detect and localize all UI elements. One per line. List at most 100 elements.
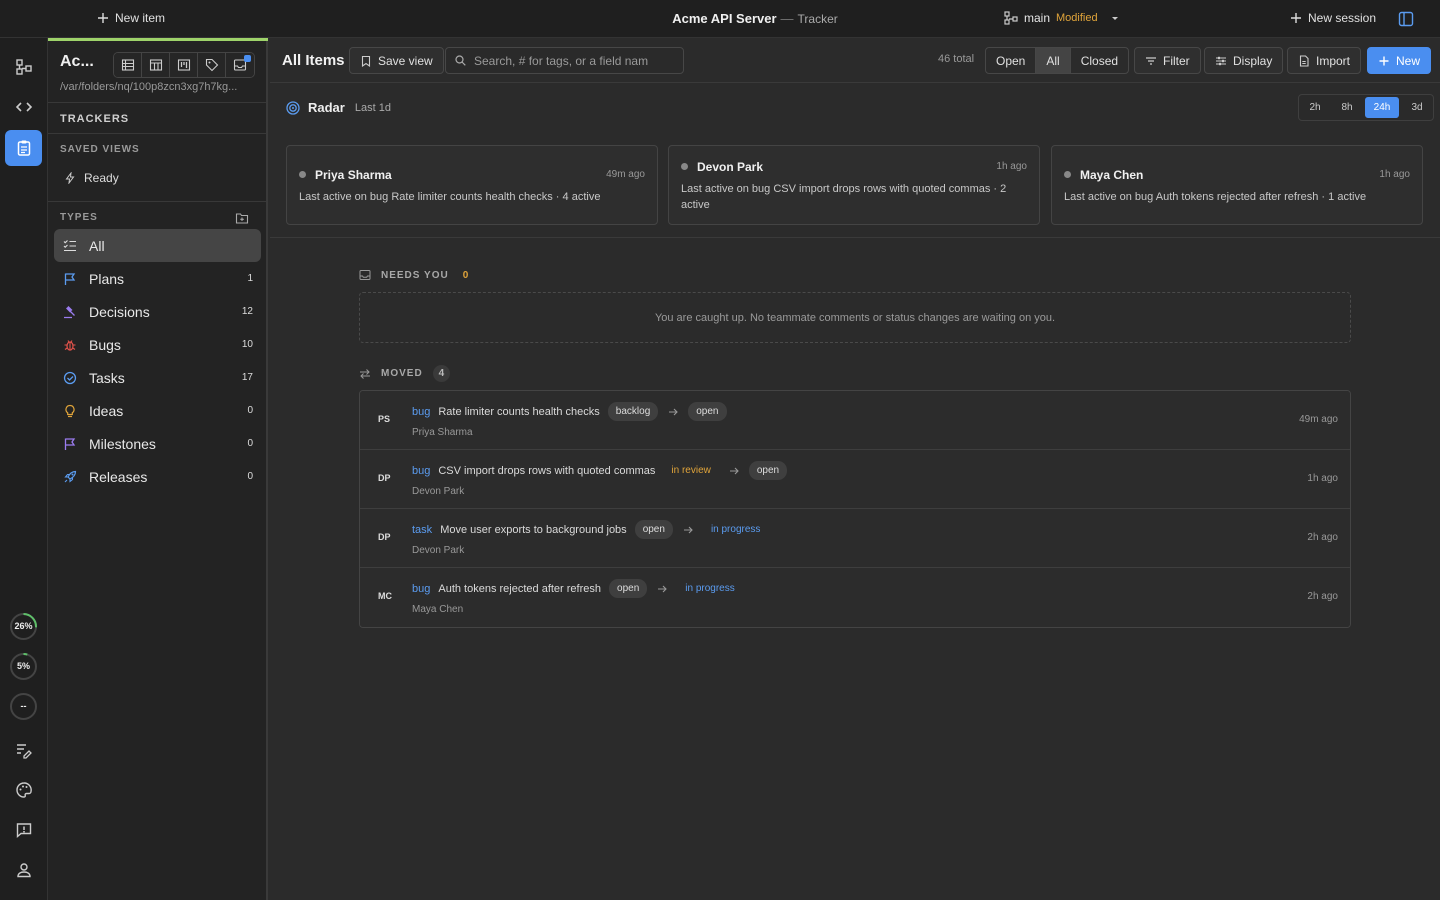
table-row[interactable]: DP task Move user exports to background …: [360, 509, 1350, 568]
range-24h[interactable]: 24h: [1365, 97, 1399, 118]
app-title: Acme API Server: [672, 11, 777, 26]
row-time: 49m ago: [1299, 414, 1338, 425]
sidebar-item-count: 12: [241, 306, 253, 317]
range-3d[interactable]: 3d: [1403, 97, 1431, 118]
sidebar-item-count: 0: [247, 405, 253, 416]
table-row[interactable]: PS bug Rate limiter counts health checks…: [360, 391, 1350, 450]
search-input[interactable]: [474, 53, 674, 68]
card-time: 1h ago: [1379, 169, 1410, 180]
sidebar-item-label: Bugs: [89, 336, 121, 353]
activity-card[interactable]: Devon Park 1h ago Last active on bug CSV…: [668, 145, 1040, 225]
row-person: Devon Park: [412, 486, 465, 497]
import-button[interactable]: Import: [1287, 47, 1362, 74]
import-label: Import: [1316, 53, 1351, 68]
checklist-icon: [63, 239, 77, 253]
filter-open[interactable]: Open: [986, 48, 1037, 73]
table-row[interactable]: DP bug CSV import drops rows with quoted…: [360, 450, 1350, 509]
radar-range: Last 1d: [354, 101, 391, 114]
range-2h[interactable]: 2h: [1301, 97, 1329, 118]
item-title: Auth tokens rejected after refresh: [438, 582, 602, 595]
filter-label: Filter: [1163, 53, 1190, 68]
item-type: bug: [412, 464, 431, 477]
rail-graph-button[interactable]: [5, 49, 42, 85]
sidebar-item-all[interactable]: All: [54, 229, 261, 262]
branch-selector[interactable]: main Modified: [1004, 11, 1120, 25]
filter-closed[interactable]: Closed: [1071, 48, 1128, 73]
usage-gauge-3[interactable]: --: [9, 692, 38, 721]
card-description: Last active on bug Auth tokens rejected …: [1064, 191, 1367, 203]
to-status: open: [688, 402, 727, 421]
radar-range-selector: 2h 8h 24h 3d: [1298, 94, 1434, 121]
rail-feedback-button[interactable]: [5, 812, 42, 848]
clipboard-icon: [15, 139, 33, 157]
range-8h[interactable]: 8h: [1333, 97, 1361, 118]
sidebar-item-label: Ideas: [89, 402, 124, 419]
row-person: Maya Chen: [412, 604, 464, 615]
to-status: in progress: [710, 524, 761, 535]
sidebar-item-label: Decisions: [89, 303, 150, 320]
list-view-button[interactable]: [114, 53, 142, 77]
saved-view-ready[interactable]: Ready: [64, 171, 119, 185]
plus-icon: [97, 12, 109, 24]
moved-list: PS bug Rate limiter counts health checks…: [359, 390, 1351, 628]
moved-label: MOVED: [381, 368, 423, 379]
page-title: All Items: [282, 52, 345, 69]
row-time: 2h ago: [1307, 532, 1338, 543]
usage-gauge-2[interactable]: 5%: [9, 652, 38, 681]
sidebar-toggle-icon[interactable]: [1398, 11, 1414, 27]
presence-dot: [1064, 171, 1071, 178]
rail-account-button[interactable]: [5, 852, 42, 888]
new-session-button[interactable]: New session: [1290, 11, 1376, 25]
table-row[interactable]: MC bug Auth tokens rejected after refres…: [360, 568, 1350, 627]
usage-gauge-1[interactable]: 26%: [9, 612, 38, 641]
table-icon: [149, 58, 163, 72]
rail-edit-button[interactable]: [5, 732, 42, 768]
tag-icon: [205, 58, 219, 72]
app-subtitle: Tracker: [797, 12, 838, 26]
types-heading: TYPES: [60, 212, 98, 223]
sidebar-item-releases[interactable]: Releases 0: [54, 460, 261, 493]
new-folder-icon[interactable]: [235, 211, 249, 225]
needs-you-empty-state: You are caught up. No teammate comments …: [359, 292, 1351, 343]
filter-button[interactable]: Filter: [1134, 47, 1201, 74]
rail-code-button[interactable]: [5, 89, 42, 125]
rail-theme-button[interactable]: [5, 772, 42, 808]
sidebar-item-bugs[interactable]: Bugs 10: [54, 328, 261, 361]
sidebar-item-ideas[interactable]: Ideas 0: [54, 394, 261, 427]
project-path: /var/folders/nq/100p8zcn3xg7h7kg...: [60, 81, 238, 93]
chevron-down-icon: [1110, 13, 1120, 23]
sidebar-item-plans[interactable]: Plans 1: [54, 262, 261, 295]
inbox-button[interactable]: [226, 53, 254, 77]
sidebar-accent-bar: [48, 38, 268, 41]
board-view-button[interactable]: [170, 53, 198, 77]
sidebar-item-decisions[interactable]: Decisions 12: [54, 295, 261, 328]
tags-button[interactable]: [198, 53, 226, 77]
table-view-button[interactable]: [142, 53, 170, 77]
sidebar-item-milestones[interactable]: Milestones 0: [54, 427, 261, 460]
filter-all[interactable]: All: [1036, 48, 1071, 73]
activity-card[interactable]: Priya Sharma 49m ago Last active on bug …: [286, 145, 658, 225]
display-button[interactable]: Display: [1204, 47, 1284, 74]
item-title: Rate limiter counts health checks: [438, 405, 600, 418]
main-panel: All Items Save view 46 total Open All Cl…: [270, 38, 1440, 900]
swap-icon: [359, 368, 371, 380]
from-status: backlog: [607, 402, 659, 421]
total-count: 46 total: [938, 53, 975, 65]
gauge-value: 5%: [16, 661, 30, 671]
project-name[interactable]: Ac...: [60, 53, 94, 71]
activity-card[interactable]: Maya Chen 1h ago Last active on bug Auth…: [1051, 145, 1423, 225]
rail-tracker-button[interactable]: [5, 130, 42, 166]
save-view-button[interactable]: Save view: [349, 47, 444, 74]
sidebar-item-tasks[interactable]: Tasks 17: [54, 361, 261, 394]
save-view-label: Save view: [378, 53, 433, 68]
new-button[interactable]: New: [1367, 47, 1432, 74]
moved-header: MOVED 4: [359, 365, 451, 382]
branch-name: main: [1024, 11, 1051, 25]
sidebar-item-count: 0: [247, 438, 253, 449]
new-item-button[interactable]: New item: [97, 11, 165, 25]
sidebar-item-label: Releases: [89, 468, 148, 485]
code-icon: [15, 98, 33, 116]
presence-dot: [681, 163, 688, 170]
flag-icon: [63, 272, 77, 286]
types-list: All Plans 1 Decisions 12 Bugs 10 Tasks 1…: [54, 229, 261, 493]
